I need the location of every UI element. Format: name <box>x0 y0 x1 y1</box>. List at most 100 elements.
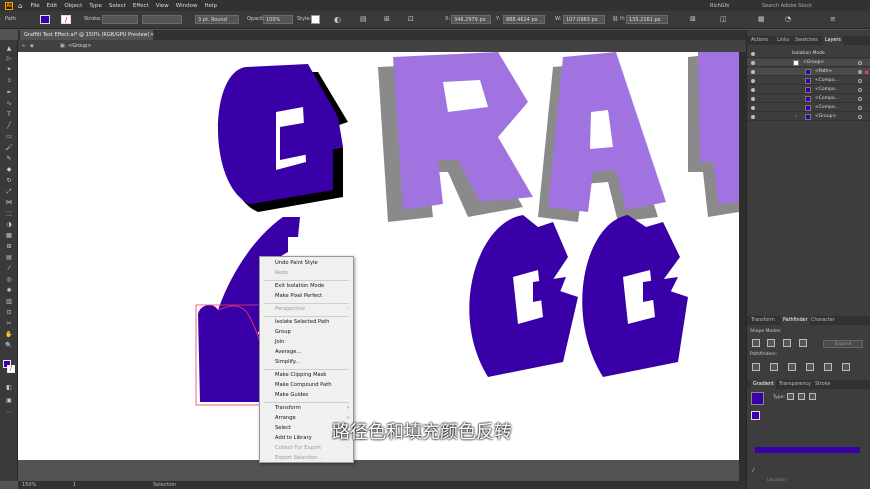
gradient-fill-stroke-icon[interactable] <box>751 411 760 420</box>
close-tab-icon[interactable]: ✕ <box>150 32 154 38</box>
line-tool-icon[interactable]: ╱ <box>4 123 14 129</box>
tab-stroke[interactable]: Stroke <box>815 380 830 389</box>
envelope-icon[interactable]: ⊠ <box>690 15 696 24</box>
freeform-gradient-icon[interactable] <box>809 393 816 400</box>
menu-item-undo-paint-style[interactable]: Undo Paint Style <box>275 260 318 266</box>
visibility-icon[interactable] <box>751 88 755 92</box>
workspace-switcher[interactable]: RichGfx <box>710 3 729 9</box>
paintbrush-tool-icon[interactable]: 🖌 <box>4 145 14 151</box>
eyedropper-icon[interactable]: ⁄ <box>753 467 754 474</box>
menu-file[interactable]: File <box>30 3 39 9</box>
hand-tool-icon[interactable]: ✋ <box>4 332 14 338</box>
opacity-field[interactable]: 100% <box>263 15 293 24</box>
rectangle-tool-icon[interactable]: ▭ <box>4 134 14 140</box>
shape-builder-tool-icon[interactable]: ◑ <box>4 222 14 228</box>
letter-g-right[interactable] <box>582 215 688 377</box>
layer-row[interactable]: <Compo... <box>747 77 870 85</box>
panel-menu-icon[interactable]: ≡ <box>830 15 836 24</box>
menu-edit[interactable]: Edit <box>47 3 58 9</box>
visibility-icon[interactable] <box>751 106 755 110</box>
visibility-icon[interactable] <box>751 97 755 101</box>
zoom-level[interactable]: 150% <box>22 481 36 489</box>
layer-row[interactable]: <Compo... <box>747 104 870 112</box>
menu-item-average[interactable]: Average... <box>275 349 301 355</box>
w-field[interactable]: 107.0963 px <box>563 15 605 24</box>
trim-icon[interactable] <box>770 363 778 371</box>
layer-row[interactable]: <Path> <box>747 68 870 76</box>
edit-toolbar-icon[interactable]: ⋯ <box>4 410 14 416</box>
linear-gradient-icon[interactable] <box>787 393 794 400</box>
artboard-canvas[interactable] <box>18 52 739 481</box>
stroke-weight-field[interactable] <box>102 15 138 24</box>
stroke-swatch[interactable]: / <box>61 15 71 24</box>
tab-swatches[interactable]: Swatches <box>795 36 818 45</box>
minus-back-icon[interactable] <box>842 363 850 371</box>
fill-swatch[interactable] <box>40 15 50 24</box>
letter-g-middle[interactable] <box>469 215 578 377</box>
target-icon[interactable] <box>858 115 862 119</box>
rotate-tool-icon[interactable]: ↻ <box>4 178 14 184</box>
tab-transform[interactable]: Transform <box>751 316 775 325</box>
crop-icon[interactable] <box>806 363 814 371</box>
menu-item-exit-isolation-mode[interactable]: Exit Isolation Mode <box>275 283 324 289</box>
artboard-number[interactable]: 1 <box>73 481 76 489</box>
target-icon[interactable] <box>858 61 862 65</box>
letter-i-partial[interactable] <box>688 52 739 217</box>
menu-effect[interactable]: Effect <box>133 3 149 9</box>
target-icon[interactable] <box>858 97 862 101</box>
tab-pathfinder[interactable]: Pathfinder <box>781 316 810 325</box>
document-tab[interactable]: Graffiti Text Effect.ai* @ 150% (RGB/GPU… <box>20 30 154 40</box>
home-icon[interactable]: ⌂ <box>18 2 22 10</box>
transform-icon[interactable]: ⊞ <box>384 15 390 24</box>
shaper-tool-icon[interactable]: ✎ <box>4 156 14 162</box>
menu-select[interactable]: Select <box>109 3 126 9</box>
eyedropper-tool-icon[interactable]: ⁄ <box>4 266 14 272</box>
target-icon[interactable] <box>858 106 862 110</box>
eraser-tool-icon[interactable]: ◆ <box>4 167 14 173</box>
stroke-color-box[interactable]: / <box>7 365 15 373</box>
vertical-scrollbar[interactable] <box>739 52 746 481</box>
tab-character[interactable]: Character <box>811 316 835 325</box>
scale-tool-icon[interactable]: ⤢ <box>4 189 14 195</box>
layer-row[interactable]: <Compo... <box>747 95 870 103</box>
mesh-tool-icon[interactable]: ⊞ <box>4 244 14 250</box>
type-tool-icon[interactable]: T <box>4 112 14 118</box>
divide-icon[interactable] <box>752 363 760 371</box>
shape-icon[interactable]: ◔ <box>785 15 791 24</box>
tab-layers[interactable]: Layers <box>823 36 843 45</box>
target-icon[interactable] <box>858 79 862 83</box>
exclude-icon[interactable] <box>799 339 807 347</box>
intersect-icon[interactable] <box>783 339 791 347</box>
visibility-icon[interactable] <box>751 115 755 119</box>
x-field[interactable]: 346.2979 px <box>451 15 491 24</box>
variable-width-field[interactable] <box>142 15 182 24</box>
symbol-sprayer-tool-icon[interactable]: ✺ <box>4 288 14 294</box>
zoom-tool-icon[interactable]: 🔍 <box>4 343 14 349</box>
curvature-tool-icon[interactable]: ∿ <box>4 101 14 107</box>
menu-item-join[interactable]: Join <box>275 339 284 345</box>
h-field[interactable]: 135.2161 px <box>626 15 668 24</box>
reference-point-icon[interactable]: ⊡ <box>408 15 414 24</box>
menu-type[interactable]: Type <box>89 3 102 9</box>
back-arrow-icon[interactable]: ← <box>22 40 26 52</box>
target-icon[interactable] <box>858 70 862 74</box>
tab-transparency[interactable]: Transparency <box>779 380 811 389</box>
merge-icon[interactable] <box>788 363 796 371</box>
layer-row[interactable]: <Group> <box>747 59 870 67</box>
menu-window[interactable]: Window <box>176 3 198 9</box>
radial-gradient-icon[interactable] <box>798 393 805 400</box>
current-tool[interactable]: Selection <box>153 481 176 489</box>
menu-item-make-guides[interactable]: Make Guides <box>275 392 308 398</box>
visibility-icon[interactable] <box>751 70 755 74</box>
gradient-tool-icon[interactable]: ▤ <box>4 255 14 261</box>
artboard-tool-icon[interactable]: ⊡ <box>4 310 14 316</box>
style-swatch[interactable] <box>311 15 320 24</box>
isolate-icon[interactable]: ◫ <box>720 15 727 24</box>
brush-definition-select[interactable]: 3 pt. Round <box>195 15 239 24</box>
isolation-breadcrumb[interactable]: ← ◈ ▣ <Group> <box>18 40 746 52</box>
width-tool-icon[interactable]: ⋈ <box>4 200 14 206</box>
target-icon[interactable] <box>858 88 862 92</box>
layer-row[interactable]: <Compo... <box>747 86 870 94</box>
free-transform-tool-icon[interactable]: ⬚ <box>4 211 14 217</box>
menu-item-simplify[interactable]: Simplify... <box>275 359 300 365</box>
